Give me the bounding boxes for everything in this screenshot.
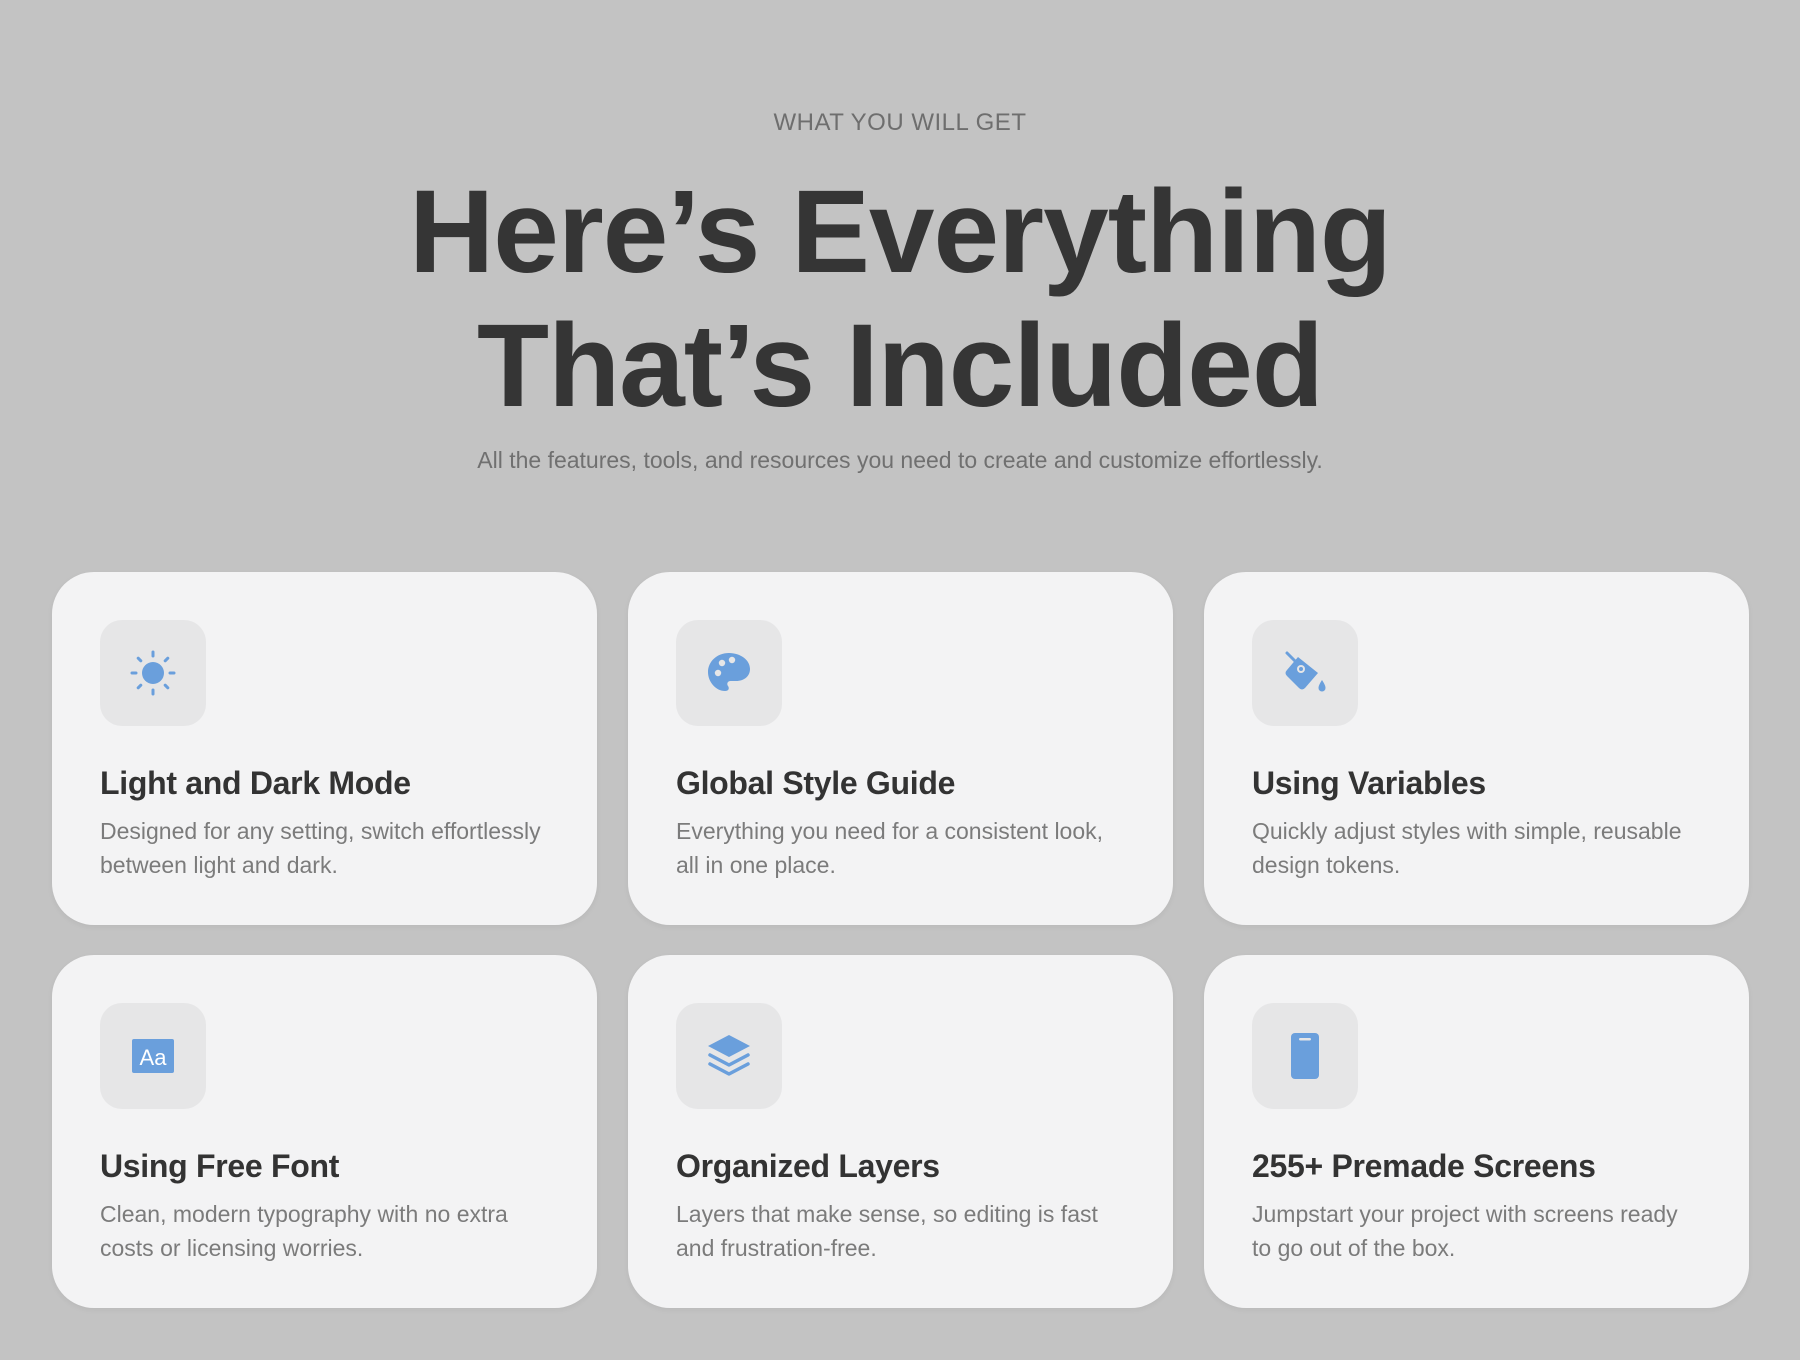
headline-line-1: Here’s Everything [408, 166, 1392, 298]
section-headline: Here’s Everything That’s Included [0, 165, 1800, 433]
feature-title: Using Variables [1252, 765, 1486, 801]
section-subtitle: All the features, tools, and resources y… [477, 447, 1323, 473]
feature-title: Using Free Font [100, 1148, 340, 1184]
feature-description: Jumpstart your project with screens read… [1252, 1201, 1678, 1261]
feature-description: Layers that make sense, so editing is fa… [676, 1201, 1098, 1261]
section-eyebrow: WHAT YOU WILL GET [773, 109, 1027, 136]
feature-title: Global Style Guide [676, 765, 956, 801]
feature-card-premade-screens: 255+ Premade Screens Jumpstart your proj… [1204, 955, 1749, 1308]
feature-description: Quickly adjust styles with simple, reusa… [1252, 818, 1682, 878]
feature-icon-box: Aa [100, 1003, 206, 1109]
palette-icon [708, 653, 750, 691]
feature-description: Everything you need for a consistent loo… [676, 818, 1104, 878]
sun-icon [130, 650, 176, 696]
svg-text:Aa: Aa [140, 1045, 168, 1070]
feature-card-using-variables: Using Variables Quickly adjust styles wi… [1204, 572, 1749, 925]
feature-card-light-dark-mode: Light and Dark Mode Designed for any set… [52, 572, 597, 925]
feature-title: Light and Dark Mode [100, 765, 411, 801]
feature-description: Clean, modern typography with no extra c… [100, 1201, 508, 1261]
feature-grid: Light and Dark Mode Designed for any set… [52, 572, 1749, 1308]
paint-bucket-icon [1285, 651, 1326, 692]
feature-card-using-free-font: Aa Using Free Font Clean, modern typogra… [52, 955, 597, 1308]
font-icon: Aa [132, 1039, 174, 1073]
layers-icon [708, 1035, 750, 1076]
feature-icon-box [676, 620, 782, 726]
feature-description: Designed for any setting, switch effortl… [100, 818, 541, 878]
feature-title: Organized Layers [676, 1148, 940, 1184]
feature-card-organized-layers: Organized Layers Layers that make sense,… [628, 955, 1173, 1308]
feature-title: 255+ Premade Screens [1252, 1148, 1596, 1184]
phone-icon [1291, 1033, 1319, 1079]
feature-icon-box [676, 1003, 782, 1109]
headline-line-2: That’s Included [476, 300, 1324, 432]
feature-card-global-style-guide: Global Style Guide Everything you need f… [628, 572, 1173, 925]
feature-icon-box [1252, 620, 1358, 726]
feature-icon-box [100, 620, 206, 726]
feature-icon-box [1252, 1003, 1358, 1109]
